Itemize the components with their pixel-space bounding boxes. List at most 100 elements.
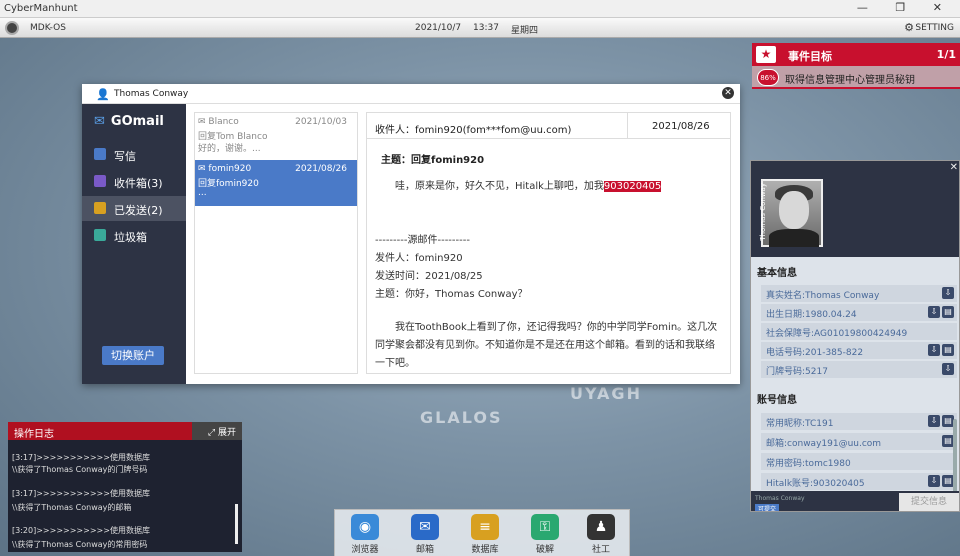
log-scrollbar[interactable] xyxy=(235,504,238,544)
reader-date: 2021/08/26 xyxy=(627,113,730,139)
field-house-number[interactable]: 门牌号码:5217 ⇩ xyxy=(761,361,957,378)
list-item-selected[interactable]: ✉ fomin920 2021/08/26 回复fomin920 ... xyxy=(195,160,357,206)
mission-task: 取得信息管理中心管理员秘钥 xyxy=(785,75,915,86)
field-text: 邮箱:conway191@uu.com xyxy=(766,439,882,449)
field-text: Hitalk账号:903020405 xyxy=(766,479,865,489)
os-logo-icon xyxy=(5,21,19,35)
field-text: 社会保障号:AG01019800424949 xyxy=(766,329,908,339)
envelope-icon: ✉ xyxy=(94,114,105,129)
dock-label: 社工 xyxy=(591,545,610,555)
mission-task-row[interactable]: 86% 取得信息管理中心管理员秘钥 xyxy=(752,66,960,89)
field-phone[interactable]: 电话号码:201-385-822 ⇩ ▤ xyxy=(761,342,957,359)
download-icon[interactable]: ⇩ xyxy=(942,363,954,375)
reader-body-text: 哇，原来是你，好久不见，Hitalk上聊吧，加我 xyxy=(395,181,604,192)
log-title: 操作日志 xyxy=(8,422,192,440)
mail-date: 2021/08/26 xyxy=(295,164,347,174)
system-weekday: 星期四 xyxy=(511,26,539,36)
field-ssn[interactable]: 社会保障号:AG01019800424949 xyxy=(761,323,957,340)
nav-sent-label: 已发送(2) xyxy=(114,204,163,217)
account-info-title: 账号信息 xyxy=(757,395,797,406)
profile-footer: Thomas Conway 可提交 提交信息 xyxy=(751,491,959,511)
reader-recipient: 收件人：fomin920(fom***fom@uu.com) xyxy=(375,125,572,136)
reader-body: 哇，原来是你，好久不见，Hitalk上聊吧，加我903020405 xyxy=(395,177,662,192)
dock-label: 邮箱 xyxy=(415,545,434,555)
field-text: 电话号码:201-385-822 xyxy=(766,348,864,358)
close-icon[interactable]: ✕ xyxy=(722,87,734,99)
window-controls[interactable]: — ❐ ✕ xyxy=(857,1,954,14)
operation-log: 操作日志 ⤢ 展开 [3:17]>>>>>>>>>>>使用数据库 \\获得了Th… xyxy=(8,422,242,552)
system-date: 2021/10/7 xyxy=(415,23,462,33)
field-text: 常用昵称:TC191 xyxy=(766,419,834,429)
user-icon: 👤 xyxy=(96,88,110,101)
social-icon: ♟ xyxy=(587,514,615,540)
gomail-logo: ✉ GOmail xyxy=(94,114,164,129)
compose-icon xyxy=(94,148,106,160)
log-entry: \\获得了Thomas Conway的邮箱 xyxy=(12,503,132,512)
submit-info-button[interactable]: 提交信息 xyxy=(899,493,959,511)
dock-mail[interactable]: ✉ 邮箱 xyxy=(397,514,453,556)
app-title: CyberManhunt xyxy=(4,3,78,14)
mail-sidebar: ✉ GOmail 写信 收件箱(3) 已发送(2) 垃圾箱 切换账户 xyxy=(82,104,186,384)
dock-label: 浏览器 xyxy=(351,545,379,555)
field-hitalk[interactable]: Hitalk账号:903020405 ⇩ ▤ xyxy=(761,473,957,490)
footer-text: Thomas Conway xyxy=(755,495,805,502)
field-password[interactable]: 常用密码:tomc1980 xyxy=(761,453,957,470)
map-label-uyagh: UYAGH xyxy=(570,384,642,403)
orig-from: 发件人：fomin920 xyxy=(375,253,463,264)
gear-icon[interactable]: ⚙ xyxy=(904,21,914,34)
download-icon[interactable]: ⇩ xyxy=(928,475,940,487)
task-percent-badge: 86% xyxy=(757,69,779,86)
mail-icon: ✉ xyxy=(411,514,439,540)
dock-social[interactable]: ♟ 社工 xyxy=(573,514,629,556)
mission-panel: ★ 事件目标 1/1 86% 取得信息管理中心管理员秘钥 xyxy=(752,43,960,89)
expand-label: 展开 xyxy=(217,428,236,438)
profile-photo: Thomas Conway xyxy=(759,179,823,247)
nav-trash[interactable]: 垃圾箱 xyxy=(82,223,186,248)
mail-subject: 回复fomin920 xyxy=(198,179,259,189)
setting-button[interactable]: SETTING xyxy=(915,23,954,33)
log-entry: [3:20]>>>>>>>>>>>使用数据库 xyxy=(12,526,150,535)
download-icon[interactable]: ⇩ xyxy=(928,415,940,427)
photo-body xyxy=(769,229,819,247)
field-real-name[interactable]: 真实姓名:Thomas Conway ⇩ xyxy=(761,285,957,302)
hitalk-number-highlight[interactable]: 903020405 xyxy=(603,181,662,192)
switch-account-button[interactable]: 切换账户 xyxy=(102,346,164,365)
orig-time: 发送时间：2021/08/25 xyxy=(375,271,483,282)
nav-trash-label: 垃圾箱 xyxy=(114,231,147,244)
title-bar: CyberManhunt — ❐ ✕ xyxy=(0,0,960,18)
document-icon[interactable]: ▤ xyxy=(942,306,954,318)
nav-inbox[interactable]: 收件箱(3) xyxy=(82,169,186,194)
download-icon[interactable]: ⇩ xyxy=(928,306,940,318)
log-entry: \\获得了Thomas Conway的常用密码 xyxy=(12,540,148,549)
mail-window: 👤 Thomas Conway ✕ ✉ GOmail 写信 收件箱(3) 已发送(… xyxy=(82,84,740,384)
field-nickname[interactable]: 常用昵称:TC191 ⇩ ▤ xyxy=(761,413,957,430)
list-item[interactable]: ✉ Blanco 2021/10/03 回复Tom Blanco 好的，谢谢。.… xyxy=(195,113,357,159)
map-label-glalos: GLALOS xyxy=(420,408,503,427)
gomail-label: GOmail xyxy=(110,114,164,129)
download-icon[interactable]: ⇩ xyxy=(928,344,940,356)
mail-preview: ... xyxy=(198,188,207,198)
reader-header: 收件人：fomin920(fom***fom@uu.com) 2021/08/2… xyxy=(367,113,730,139)
dock-label: 数据库 xyxy=(471,545,499,555)
profile-header: ✕ Thomas Conway xyxy=(751,161,959,257)
field-text: 真实姓名:Thomas Conway xyxy=(766,291,880,301)
reader-subject: 主题：回复fomin920 xyxy=(381,155,485,166)
mail-window-title: Thomas Conway xyxy=(114,89,189,99)
document-icon[interactable]: ▤ xyxy=(942,344,954,356)
dock-crack[interactable]: ⚿ 破解 xyxy=(517,514,573,556)
dock-label: 破解 xyxy=(535,545,554,555)
dock-database[interactable]: ≡ 数据库 xyxy=(457,514,513,556)
log-entry: [3:17]>>>>>>>>>>>使用数据库 xyxy=(12,453,150,462)
trash-icon xyxy=(94,229,106,241)
field-email[interactable]: 邮箱:conway191@uu.com ▤ xyxy=(761,433,957,450)
nav-sent[interactable]: 已发送(2) xyxy=(82,196,186,221)
download-icon[interactable]: ⇩ xyxy=(942,287,954,299)
dock-browser[interactable]: ◉ 浏览器 xyxy=(337,514,393,556)
expand-button[interactable]: ⤢ 展开 xyxy=(208,425,236,438)
mission-progress: 1/1 xyxy=(936,48,956,61)
close-icon[interactable]: ✕ xyxy=(950,162,958,173)
app-dock: ◉ 浏览器 ✉ 邮箱 ≡ 数据库 ⚿ 破解 ♟ 社工 xyxy=(334,509,630,556)
nav-compose[interactable]: 写信 xyxy=(82,142,186,167)
field-birth-date[interactable]: 出生日期:1980.04.24 ⇩ ▤ xyxy=(761,304,957,321)
log-header: 操作日志 ⤢ 展开 xyxy=(8,422,242,440)
